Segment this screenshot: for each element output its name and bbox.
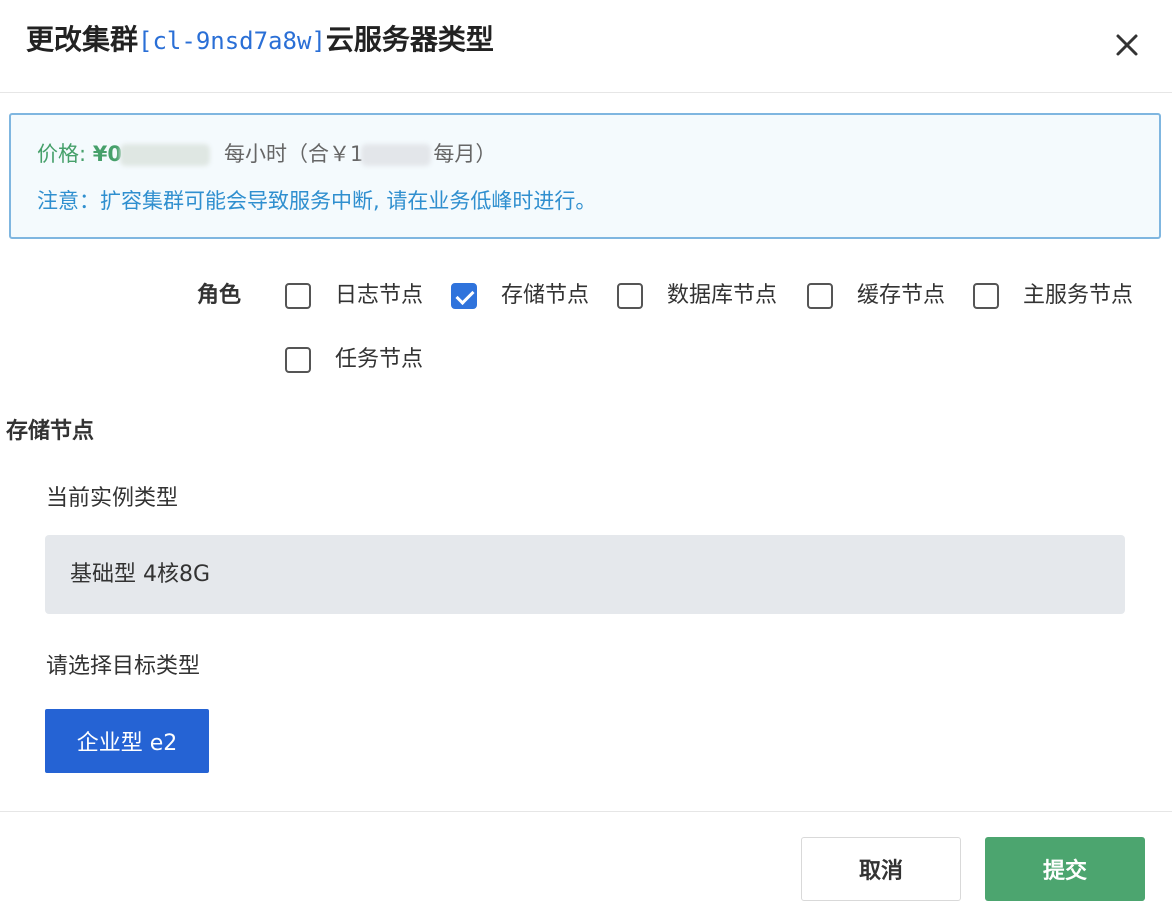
checkbox-icon[interactable] (285, 347, 311, 373)
cluster-id: [cl-9nsd7a8w] (138, 27, 326, 55)
dialog-title: 更改集群[cl-9nsd7a8w]云服务器类型 (26, 20, 494, 61)
role-checkbox-database[interactable]: 数据库节点 (617, 280, 777, 312)
section-title: 存储节点 (6, 419, 95, 444)
warning-text: 注意：扩容集群可能会导致服务中断, 请在业务低峰时进行。 (37, 189, 597, 213)
target-type-label: 请选择目标类型 (46, 654, 201, 679)
role-checkbox-cache[interactable]: 缓存节点 (807, 280, 945, 312)
price-per-hour: 每小时（合￥1 (224, 142, 364, 166)
target-type-option[interactable]: 企业型 e2 (45, 709, 209, 773)
current-type-label: 当前实例类型 (46, 486, 179, 511)
checkbox-checked-icon[interactable] (451, 283, 477, 309)
submit-button[interactable]: 提交 (985, 837, 1145, 901)
title-prefix: 更改集群 (26, 23, 139, 56)
current-type-value: 基础型 4核8G (70, 562, 211, 587)
roles-label: 角色 (197, 283, 242, 308)
checkbox-icon[interactable] (973, 283, 999, 309)
cancel-button[interactable]: 取消 (801, 837, 961, 901)
footer-divider (0, 811, 1172, 812)
redacted-monthly-price (361, 144, 432, 166)
role-label: 任务节点 (335, 347, 424, 372)
role-checkbox-task[interactable]: 任务节点 (285, 344, 423, 376)
role-checkbox-master[interactable]: 主服务节点 (973, 280, 1133, 312)
role-label: 存储节点 (501, 283, 590, 308)
role-label: 主服务节点 (1023, 283, 1134, 308)
checkbox-icon[interactable] (807, 283, 833, 309)
role-label: 缓存节点 (857, 283, 946, 308)
price-value: ¥0 (92, 142, 122, 166)
notice-box: 价格: ¥0 每小时（合￥1 每月） 注意：扩容集群可能会导致服务中断, 请在业务低… (9, 113, 1161, 239)
title-suffix: 云服务器类型 (325, 23, 494, 56)
current-type-field: 基础型 4核8G (45, 535, 1125, 614)
checkbox-icon[interactable] (285, 283, 311, 309)
role-label: 日志节点 (335, 283, 424, 308)
role-checkbox-storage[interactable]: 存储节点 (451, 280, 589, 312)
price-row: 价格: ¥0 每小时（合￥1 每月） (37, 139, 496, 169)
redacted-price (120, 144, 210, 166)
role-label: 数据库节点 (667, 283, 778, 308)
price-per-month: 每月） (433, 142, 497, 166)
checkbox-icon[interactable] (617, 283, 643, 309)
dialog-header: 更改集群[cl-9nsd7a8w]云服务器类型 (0, 0, 1172, 93)
price-label: 价格: (37, 142, 93, 166)
role-checkbox-log[interactable]: 日志节点 (285, 280, 423, 312)
close-icon[interactable] (1108, 26, 1146, 64)
